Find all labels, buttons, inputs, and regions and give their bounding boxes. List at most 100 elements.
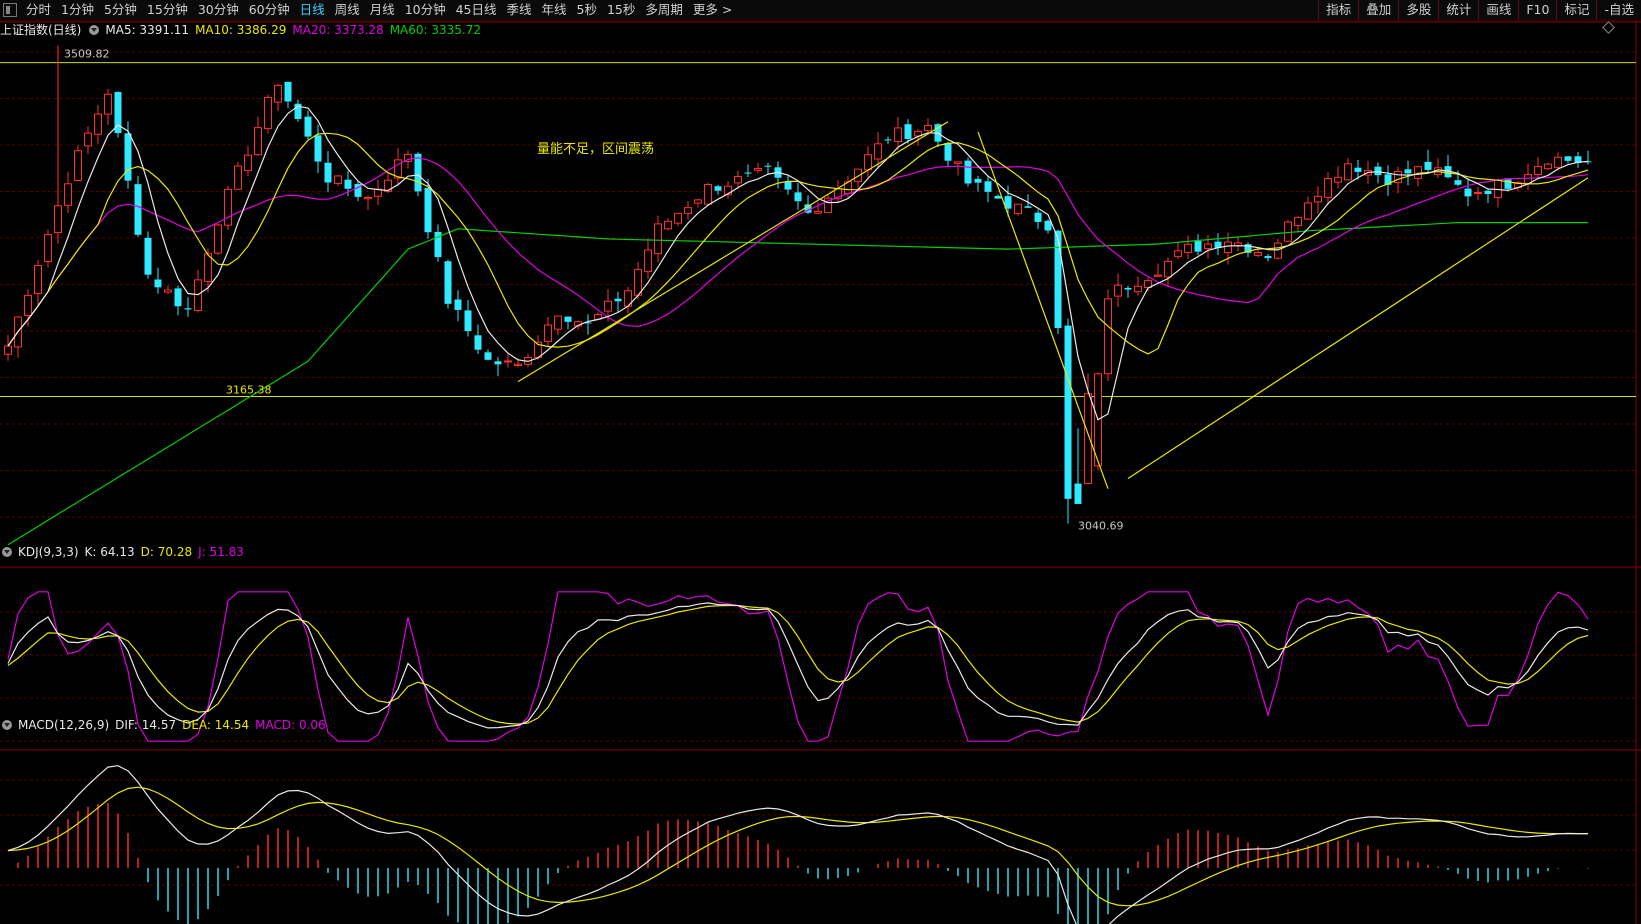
kdj-name: KDJ(9,3,3)	[18, 545, 79, 559]
candle-body	[764, 165, 772, 167]
kdj-panel-header: KDJ(9,3,3) K: 64.13 D: 70.28 J: 51.83	[0, 544, 250, 560]
candle-body	[64, 183, 72, 206]
candle-body	[1044, 220, 1052, 231]
candle-body	[84, 132, 92, 147]
candle-body	[244, 154, 252, 171]
period-toolbar: 分时 1分钟 5分钟 15分钟 30分钟 60分钟 日线 周线 月线 10分钟 45日线 季线 年线 5秒…	[0, 0, 1641, 21]
ma5-value: MA5: 3391.11	[105, 23, 190, 37]
candle-body	[744, 172, 752, 174]
macd-dea-value: DEA: 14.54	[182, 718, 250, 732]
period-tab-5[interactable]: 60分钟	[244, 0, 295, 20]
candle-body	[1404, 169, 1412, 174]
candle-body	[884, 139, 892, 141]
candle-body	[674, 212, 682, 224]
candle-body	[754, 168, 762, 171]
tool-button-1[interactable]: 叠加	[1358, 0, 1398, 20]
candle-body	[344, 179, 352, 189]
candle-body	[1354, 167, 1362, 172]
candle-body	[794, 192, 802, 202]
candle-body	[324, 162, 332, 183]
candle-body	[284, 81, 292, 102]
tool-button-3[interactable]: 统计	[1438, 0, 1478, 20]
tool-button-0[interactable]: 指标	[1318, 0, 1358, 20]
candle-body	[654, 223, 662, 255]
trend-line-down	[977, 131, 1109, 489]
candle-body	[1224, 241, 1232, 254]
candle-body	[1544, 163, 1552, 170]
indicator-menu-icon[interactable]	[89, 25, 100, 35]
candle-body	[944, 142, 952, 161]
candle-body	[304, 116, 312, 137]
candle-body	[1104, 298, 1112, 375]
candle-body	[684, 207, 692, 214]
candle-body	[424, 188, 432, 233]
candle-body	[104, 93, 112, 115]
candle-body	[224, 188, 232, 226]
candle-body	[314, 135, 322, 162]
candle-body	[154, 279, 162, 288]
period-tab-15[interactable]: 多周期	[640, 0, 688, 20]
period-tab-9[interactable]: 10分钟	[400, 0, 451, 20]
period-tab-3[interactable]: 15分钟	[142, 0, 193, 20]
candle-body	[694, 199, 702, 204]
tool-button-7[interactable]: -自选	[1596, 0, 1641, 20]
tool-button-4[interactable]: 画线	[1478, 0, 1518, 20]
kdj-d-value: D: 70.28	[140, 545, 193, 559]
period-tab-10[interactable]: 45日线	[451, 0, 502, 20]
period-tab-4[interactable]: 30分钟	[193, 0, 244, 20]
candle-body	[644, 249, 652, 273]
symbol-title: 上证指数(日线)	[0, 23, 82, 37]
ma60-value: MA60: 3335.72	[389, 23, 481, 37]
period-tab-8[interactable]: 月线	[365, 0, 400, 20]
period-tab-0[interactable]: 分时	[21, 0, 56, 20]
kdj-menu-icon[interactable]	[2, 547, 12, 557]
candle-body	[94, 113, 102, 135]
candle-body	[1454, 180, 1462, 185]
low-label: 3040.69	[1078, 520, 1124, 533]
macd-panel-header: MACD(12,26,9) DIF: 14.57 DEA: 14.54 MACD…	[0, 717, 332, 733]
candle-body	[1284, 221, 1292, 242]
period-tab-1[interactable]: 1分钟	[56, 0, 99, 20]
candle-body	[464, 310, 472, 332]
macd-dif-line	[7, 765, 1589, 924]
candle-body	[1474, 192, 1482, 195]
candle-body	[1064, 325, 1072, 499]
candle-body	[664, 220, 672, 230]
period-tab-11[interactable]: 季线	[502, 0, 537, 20]
candle-body	[814, 210, 822, 214]
period-tab-12[interactable]: 年线	[537, 0, 572, 20]
tool-buttons: 指标 叠加 多股 统计 画线 F10 标记 -自选	[1318, 0, 1641, 20]
candle-body	[1294, 216, 1302, 227]
candle-body	[1274, 242, 1282, 259]
candle-body	[34, 265, 42, 295]
candle-body	[964, 160, 972, 184]
period-tab-6[interactable]: 日线	[295, 0, 330, 20]
period-tab-7[interactable]: 周线	[330, 0, 365, 20]
candle-body	[874, 143, 882, 160]
candle-body	[1054, 230, 1062, 328]
kdj-j-value: J: 51.83	[198, 545, 244, 559]
candle-body	[604, 300, 612, 312]
tool-button-6[interactable]: 标记	[1556, 0, 1596, 20]
candle-body	[444, 261, 452, 304]
period-tab-16[interactable]: 更多 >	[688, 0, 737, 20]
tool-button-5[interactable]: F10	[1518, 0, 1556, 20]
period-tab-2[interactable]: 5分钟	[99, 0, 142, 20]
tool-button-2[interactable]: 多股	[1398, 0, 1438, 20]
trend-line-up-1	[517, 121, 949, 383]
macd-menu-icon[interactable]	[2, 720, 12, 730]
period-tab-14[interactable]: 15秒	[602, 0, 640, 20]
candle-body	[124, 133, 132, 181]
candle-body	[1154, 274, 1162, 277]
candle-body	[334, 175, 342, 184]
candle-body	[484, 352, 492, 360]
period-tab-13[interactable]: 5秒	[572, 0, 602, 20]
candle-body	[1174, 250, 1182, 257]
candle-body	[234, 165, 242, 190]
panel-toggle-icon[interactable]	[3, 3, 17, 17]
candle-body	[454, 299, 462, 310]
candle-body	[1014, 203, 1022, 215]
trend-line-up-2	[1127, 177, 1589, 479]
candle-body	[1494, 179, 1502, 198]
candle-body	[144, 237, 152, 275]
